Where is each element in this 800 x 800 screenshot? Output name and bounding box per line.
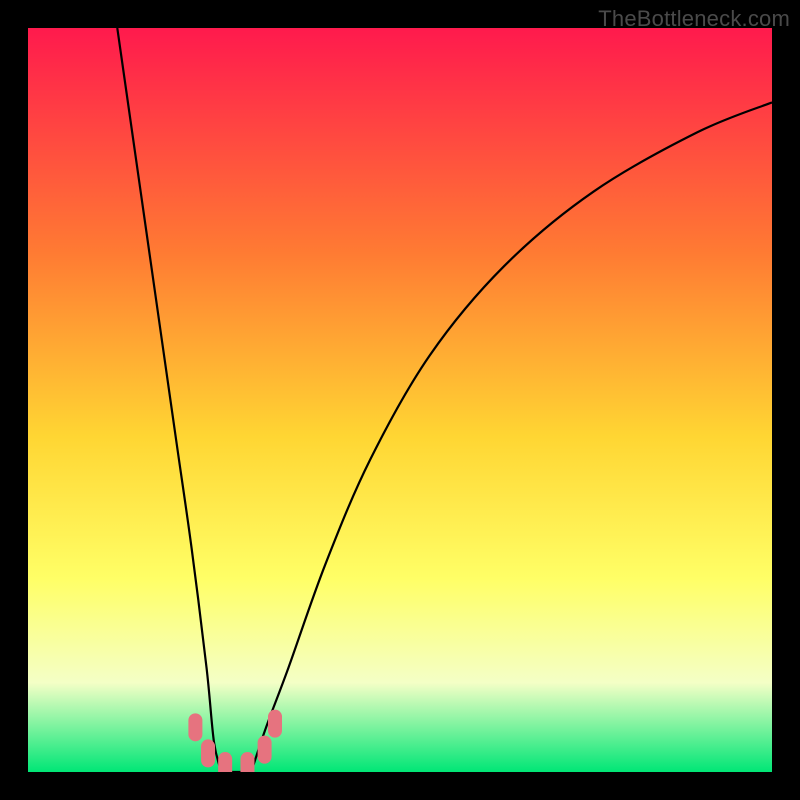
gradient-panel	[28, 28, 772, 772]
chart-frame: TheBottleneck.com	[0, 0, 800, 800]
bottleneck-plot	[0, 0, 800, 800]
valley-marker	[268, 710, 282, 738]
valley-marker	[258, 736, 272, 764]
valley-marker	[240, 752, 254, 780]
valley-marker	[201, 739, 215, 767]
valley-marker	[218, 752, 232, 780]
valley-marker	[188, 713, 202, 741]
watermark-text: TheBottleneck.com	[598, 6, 790, 32]
